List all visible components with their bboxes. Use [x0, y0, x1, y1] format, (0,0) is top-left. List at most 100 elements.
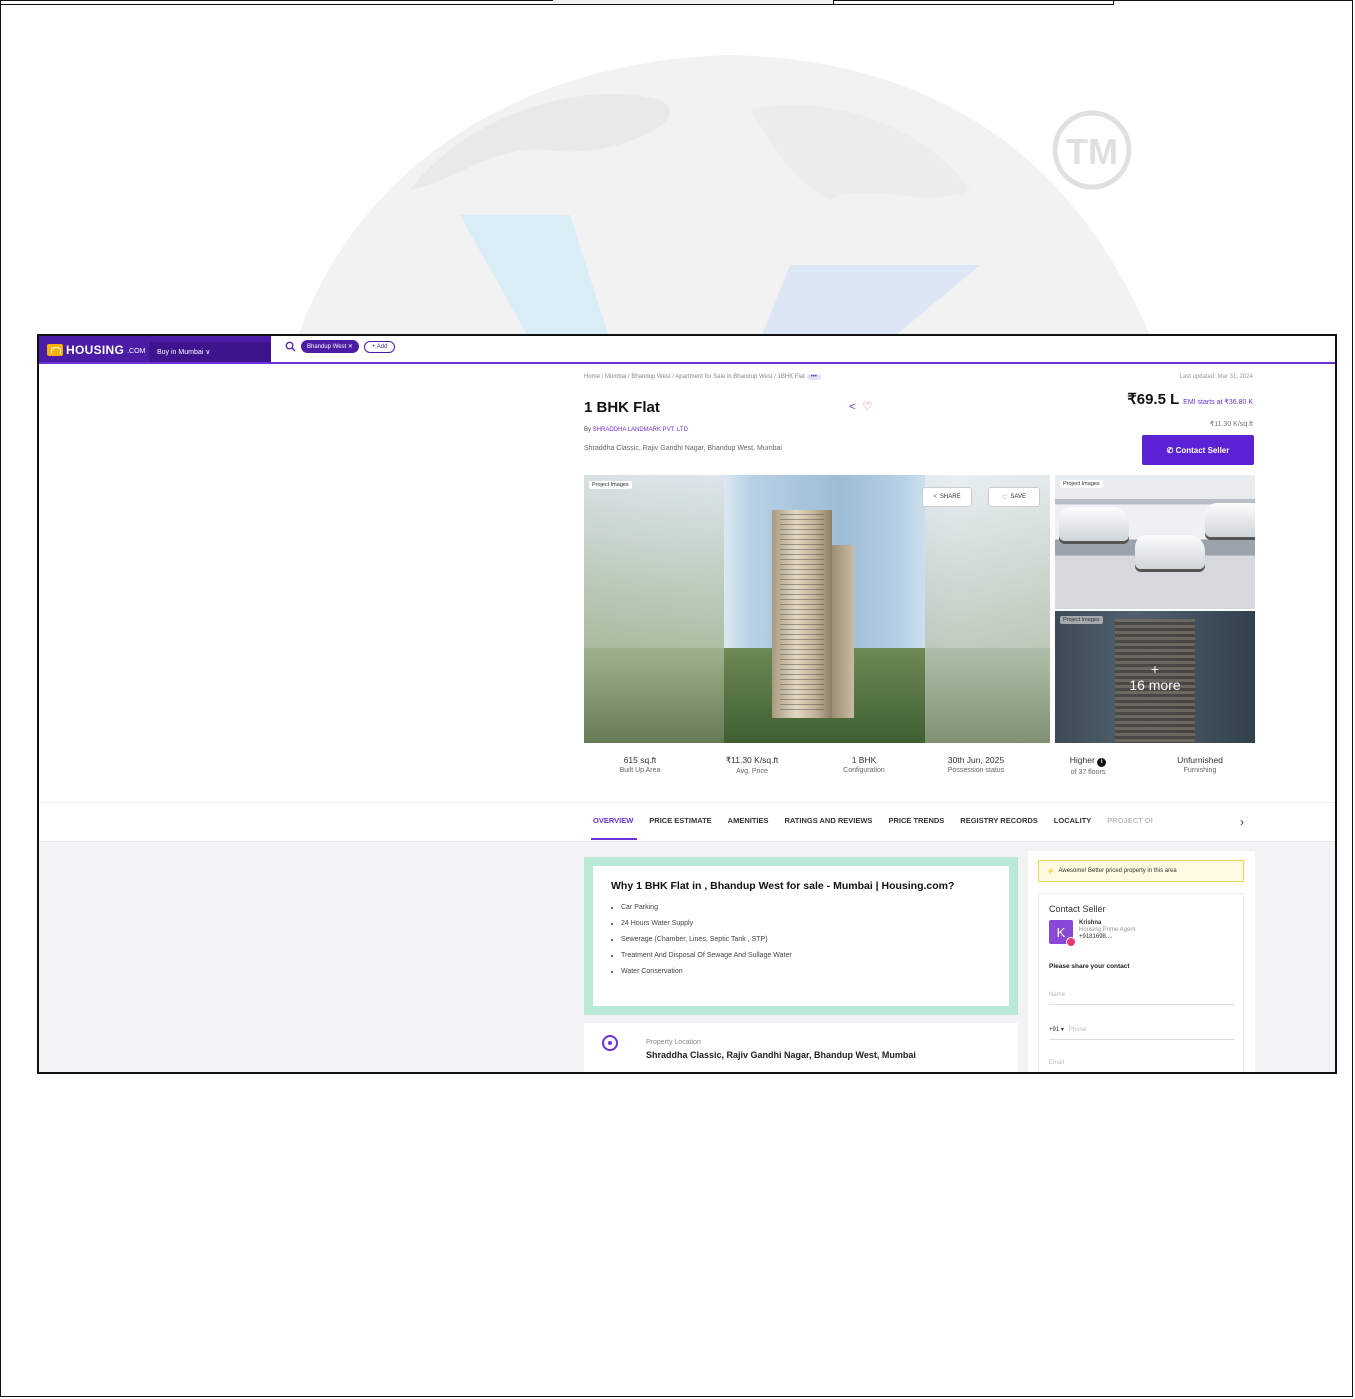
gallery-share-button[interactable]: < SHARE	[922, 487, 972, 507]
housing-logo[interactable]: HOUSING .COM	[47, 342, 145, 357]
image-car	[1059, 507, 1129, 541]
image-tower	[772, 510, 832, 718]
gallery-main-image[interactable]: Project Images < SHARE ♡ SAVE	[584, 475, 1050, 743]
listing-price: ₹69.5 L	[1127, 391, 1179, 408]
emi-link[interactable]: EMI starts at ₹36.80 K	[1183, 399, 1253, 406]
tab-project-overview[interactable]: PROJECT OI	[1107, 816, 1152, 825]
save-label: SAVE	[1010, 494, 1026, 500]
developer-line: By SHRADDHA LANDMARK PVT. LTD	[584, 427, 688, 433]
why-heading: Why 1 BHK Flat in , Bhandup West for sal…	[611, 880, 955, 892]
location-label: Property Location	[646, 1039, 701, 1046]
alert-text: Awesome! Better priced property in this …	[1058, 868, 1177, 874]
last-updated: Last updated: Mar 31, 2024	[1179, 374, 1253, 380]
avatar: K	[1049, 920, 1076, 947]
tab-price-estimate[interactable]: PRICE ESTIMATE	[649, 816, 711, 825]
search-bar[interactable]: Bhandup West ✕ + Add	[285, 340, 396, 353]
contact-title: Contact Seller	[1049, 904, 1106, 914]
screenshot-window: HOUSING .COM Buy in Mumbai ∨ Bhandup Wes…	[37, 334, 1337, 1074]
buy-city-selector[interactable]: Buy in Mumbai ∨	[149, 342, 271, 362]
stat-label: Avg. Price	[736, 768, 768, 775]
phone-placeholder: Phone	[1068, 1027, 1087, 1033]
share-icon[interactable]: <	[849, 401, 855, 413]
stat-value: 615 sq.ft	[623, 755, 657, 765]
image-blur-right	[925, 475, 1050, 743]
country-code-select[interactable]: +91 ▾	[1049, 1027, 1064, 1033]
image-label: Project Images	[1060, 480, 1103, 488]
house-icon	[47, 343, 63, 356]
stat-built-up-area: 615 sq.ft Built Up Area	[584, 747, 696, 787]
agent-info: K Krishna Housing Prime Agent +9181698..…	[1049, 920, 1135, 947]
tab-overview[interactable]: OVERVIEW	[593, 816, 633, 825]
stat-label: of 37 floors	[1070, 769, 1106, 776]
agent-role: Housing Prime Agent	[1079, 927, 1136, 933]
info-icon[interactable]: i	[1097, 758, 1107, 767]
email-field[interactable]: Email	[1049, 1060, 1235, 1072]
active-tab-indicator	[591, 838, 637, 840]
why-item: 24 Hours Water Supply	[621, 916, 991, 932]
top-cell	[0, 0, 554, 5]
plus-icon: +	[1150, 661, 1160, 677]
phone-field[interactable]: +91 ▾ Phone	[1049, 1026, 1235, 1040]
add-locality-button[interactable]: + Add	[363, 340, 396, 353]
gallery-thumb-more[interactable]: Project Images + 16 more	[1055, 611, 1255, 743]
tab-ratings-reviews[interactable]: RATINGS AND REVIEWS	[785, 816, 873, 825]
top-cell	[553, 0, 834, 5]
more-images-count: 16 more	[1129, 677, 1181, 693]
more-images-overlay[interactable]: + 16 more	[1055, 611, 1255, 743]
agent-details: Krishna Housing Prime Agent +9181698....	[1079, 920, 1135, 944]
breadcrumb-links[interactable]: Home / Mumbai / Bhandup West / Apartment…	[584, 374, 805, 380]
key-stats: 615 sq.ft Built Up Area ₹11.30 K/sq.ft Avg…	[584, 747, 1256, 787]
gallery-save-button[interactable]: ♡ SAVE	[988, 487, 1040, 507]
chevron-right-icon[interactable]: ›	[1232, 811, 1252, 833]
tab-amenities[interactable]: AMENITIES	[728, 816, 769, 825]
stat-floor: Higher i of 37 floors	[1032, 747, 1144, 787]
logo-suffix: .COM	[127, 347, 146, 355]
image-tower-side	[832, 545, 854, 718]
stat-value: Unfurnished	[1177, 755, 1223, 765]
listing-address: Shraddha Classic, Rajiv Gandhi Nagar, Bh…	[584, 445, 782, 452]
why-item: Car Parking	[621, 900, 991, 916]
location-pin-icon	[602, 1035, 618, 1051]
why-item: Water Conservation	[621, 964, 991, 980]
logo-text: HOUSING	[66, 342, 125, 357]
image-car	[1205, 503, 1255, 537]
by-prefix: By	[584, 427, 593, 433]
listing-title: 1 BHK Flat	[584, 399, 660, 416]
image-blur-left	[584, 475, 724, 743]
why-card-inner: Why 1 BHK Flat in , Bhandup West for sal…	[593, 866, 1009, 1006]
better-price-alert: ⚡ Awesome! Better priced property in thi…	[1038, 860, 1244, 882]
breadcrumb: Home / Mumbai / Bhandup West / Apartment…	[584, 374, 821, 380]
location-value: Shraddha Classic, Rajiv Gandhi Nagar, Bh…	[646, 1050, 916, 1060]
price-per-sqft: ₹11.30 K/sq.ft	[1209, 421, 1253, 428]
heart-icon[interactable]: ♡	[863, 401, 873, 413]
tab-price-trends[interactable]: PRICE TRENDS	[888, 816, 944, 825]
gallery-thumb-parking[interactable]: Project Images	[1055, 475, 1255, 609]
stat-label: Furnishing	[1183, 767, 1217, 774]
stat-label: Built Up Area	[619, 767, 661, 774]
prime-badge-icon	[1066, 937, 1076, 947]
stat-possession: 30th Jun, 2025 Possession status	[920, 747, 1032, 787]
tab-locality[interactable]: LOCALITY	[1054, 816, 1092, 825]
search-chip-locality[interactable]: Bhandup West ✕	[301, 340, 359, 353]
top-navbar: HOUSING .COM Buy in Mumbai ∨ Bhandup Wes…	[39, 336, 1335, 364]
stat-value: 30th Jun, 2025	[947, 755, 1005, 765]
share-label: SHARE	[939, 494, 961, 500]
price-block: ₹69.5 L EMI starts at ₹36.80 K	[1127, 390, 1253, 408]
image-car	[1135, 535, 1205, 569]
stat-furnishing: Unfurnished Furnishing	[1144, 747, 1256, 787]
why-list: Car Parking 24 Hours Water Supply Sewera…	[611, 900, 991, 980]
agent-name: Krishna	[1079, 920, 1102, 926]
property-location-card: Property Location Shraddha Classic, Raji…	[584, 1023, 1018, 1072]
stat-value: Higher	[1069, 755, 1095, 765]
tab-registry-records[interactable]: REGISTRY RECORDS	[960, 816, 1038, 825]
breadcrumb-more-button[interactable]: •••	[806, 374, 821, 380]
contact-seller-button[interactable]: ✆ Contact Seller	[1142, 435, 1254, 465]
stat-label: Possession status	[947, 767, 1005, 774]
why-item: Treatment And Disposal Of Sewage And Sul…	[621, 948, 991, 964]
developer-link[interactable]: SHRADDHA LANDMARK PVT. LTD	[593, 427, 688, 433]
avatar-initial: K	[1056, 924, 1066, 940]
tabs-row: OVERVIEW PRICE ESTIMATE AMENITIES RATING…	[593, 816, 1153, 825]
name-field[interactable]: Name	[1049, 992, 1235, 1005]
stat-value: ₹11.30 K/sq.ft	[725, 755, 779, 765]
stat-value: 1 BHK	[851, 755, 877, 765]
